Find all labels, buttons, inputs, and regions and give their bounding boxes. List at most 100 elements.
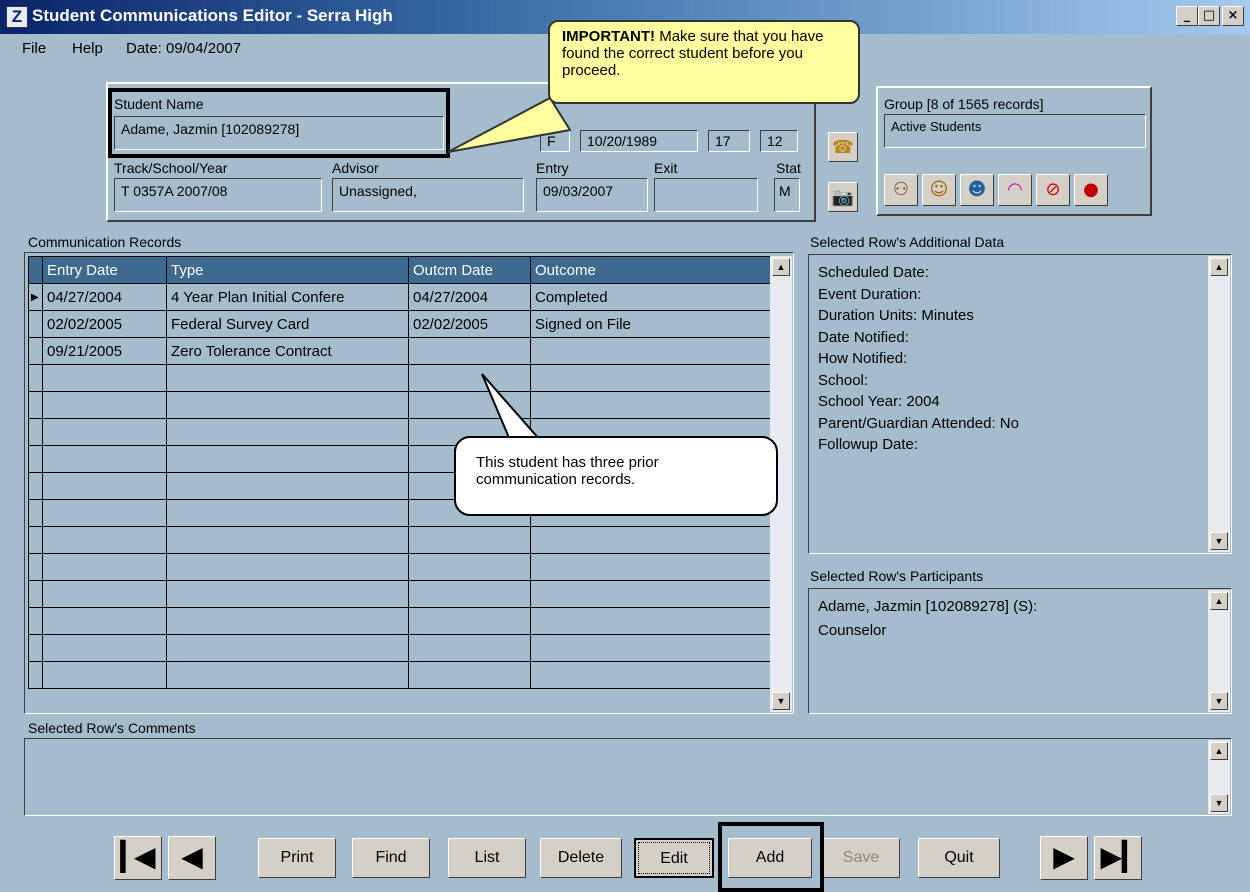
- table-row-empty[interactable]: [28, 634, 771, 662]
- empty-cell[interactable]: [42, 418, 167, 446]
- empty-cell[interactable]: [166, 445, 409, 473]
- people-icon[interactable]: ⚇: [884, 174, 918, 206]
- cell-entry-date[interactable]: 04/27/2004: [42, 283, 167, 311]
- empty-cell[interactable]: [42, 553, 167, 581]
- empty-cell[interactable]: [166, 607, 409, 635]
- empty-cell[interactable]: [408, 526, 531, 554]
- empty-cell[interactable]: [42, 607, 167, 635]
- scroll-up-icon[interactable]: ▲: [772, 258, 790, 276]
- no-entry-icon[interactable]: ⊘: [1036, 174, 1070, 206]
- empty-cell[interactable]: [166, 472, 409, 500]
- empty-cell[interactable]: [42, 391, 167, 419]
- empty-cell[interactable]: [166, 580, 409, 608]
- edit-button[interactable]: Edit: [634, 838, 714, 878]
- cell-outcome-date[interactable]: 02/02/2005: [408, 310, 531, 338]
- empty-cell[interactable]: [166, 526, 409, 554]
- cell-type[interactable]: 4 Year Plan Initial Confere: [166, 283, 409, 311]
- next-record-icon[interactable]: ▶: [1040, 836, 1088, 880]
- empty-cell[interactable]: [42, 634, 167, 662]
- empty-cell[interactable]: [42, 580, 167, 608]
- empty-cell[interactable]: [42, 445, 167, 473]
- empty-cell[interactable]: [42, 661, 167, 689]
- close-button[interactable]: ×: [1222, 6, 1244, 26]
- scroll-down-icon[interactable]: ▼: [1210, 692, 1228, 710]
- empty-cell[interactable]: [530, 580, 771, 608]
- scroll-down-icon[interactable]: ▼: [772, 692, 790, 710]
- track-field[interactable]: T 0357A 2007/08: [114, 178, 322, 212]
- save-button[interactable]: Save: [822, 838, 900, 878]
- comments-panel[interactable]: [24, 738, 1232, 816]
- cell-type[interactable]: Zero Tolerance Contract: [166, 337, 409, 365]
- table-row-empty[interactable]: [28, 364, 771, 392]
- table-row[interactable]: ▶ 04/27/2004 4 Year Plan Initial Confere…: [28, 283, 771, 311]
- family-icon[interactable]: ☻: [960, 174, 994, 206]
- empty-cell[interactable]: [42, 526, 167, 554]
- scroll-down-icon[interactable]: ▼: [1210, 794, 1228, 812]
- scroll-up-icon[interactable]: ▲: [1210, 258, 1228, 276]
- empty-cell[interactable]: [42, 472, 167, 500]
- cell-outcome-date[interactable]: [408, 337, 531, 365]
- empty-cell[interactable]: [408, 580, 531, 608]
- scroll-up-icon[interactable]: ▲: [1210, 592, 1228, 610]
- empty-cell[interactable]: [530, 553, 771, 581]
- print-button[interactable]: Print: [258, 838, 336, 878]
- table-row-empty[interactable]: [28, 553, 771, 581]
- apple-icon[interactable]: ●: [1074, 174, 1108, 206]
- age-field[interactable]: 17: [708, 130, 750, 152]
- col-outcome-date[interactable]: Outcm Date: [408, 256, 531, 284]
- additional-scrollbar[interactable]: [1208, 256, 1230, 552]
- col-outcome[interactable]: Outcome: [530, 256, 771, 284]
- empty-cell[interactable]: [530, 634, 771, 662]
- empty-cell[interactable]: [42, 499, 167, 527]
- camera-icon[interactable]: 📷: [828, 182, 858, 212]
- menu-help[interactable]: Help: [72, 40, 103, 57]
- rainbow-icon[interactable]: ◠: [998, 174, 1032, 206]
- maximize-button[interactable]: □: [1198, 6, 1220, 26]
- empty-cell[interactable]: [530, 661, 771, 689]
- empty-cell[interactable]: [166, 391, 409, 419]
- empty-cell[interactable]: [166, 499, 409, 527]
- menu-file[interactable]: File: [22, 40, 46, 57]
- table-row-empty[interactable]: [28, 661, 771, 689]
- exit-field[interactable]: [654, 178, 758, 212]
- cell-outcome[interactable]: Signed on File: [530, 310, 771, 338]
- stat-field[interactable]: M: [774, 178, 800, 212]
- group-field[interactable]: Active Students: [884, 114, 1146, 148]
- entry-field[interactable]: 09/03/2007: [536, 178, 648, 212]
- empty-cell[interactable]: [530, 526, 771, 554]
- table-row-empty[interactable]: [28, 526, 771, 554]
- cell-outcome[interactable]: Completed: [530, 283, 771, 311]
- list-button[interactable]: List: [448, 838, 526, 878]
- col-entry-date[interactable]: Entry Date: [42, 256, 167, 284]
- teacher-icon[interactable]: ☺: [922, 174, 956, 206]
- empty-cell[interactable]: [42, 364, 167, 392]
- empty-cell[interactable]: [408, 607, 531, 635]
- scroll-up-icon[interactable]: ▲: [1210, 742, 1228, 760]
- last-record-icon[interactable]: ▶▎: [1094, 836, 1143, 880]
- minimize-button[interactable]: _: [1176, 6, 1198, 26]
- empty-cell[interactable]: [408, 661, 531, 689]
- cell-type[interactable]: Federal Survey Card: [166, 310, 409, 338]
- table-row-empty[interactable]: [28, 607, 771, 635]
- empty-cell[interactable]: [166, 418, 409, 446]
- table-row[interactable]: 02/02/2005 Federal Survey Card 02/02/200…: [28, 310, 771, 338]
- empty-cell[interactable]: [166, 661, 409, 689]
- delete-button[interactable]: Delete: [540, 838, 622, 878]
- first-record-icon[interactable]: ▎◀: [114, 836, 162, 880]
- quit-button[interactable]: Quit: [918, 838, 1000, 878]
- empty-cell[interactable]: [530, 607, 771, 635]
- cell-entry-date[interactable]: 09/21/2005: [42, 337, 167, 365]
- table-row[interactable]: 09/21/2005 Zero Tolerance Contract: [28, 337, 771, 365]
- empty-cell[interactable]: [166, 553, 409, 581]
- phone-icon[interactable]: ☎: [828, 132, 858, 162]
- cell-outcome[interactable]: [530, 337, 771, 365]
- cell-entry-date[interactable]: 02/02/2005: [42, 310, 167, 338]
- col-type[interactable]: Type: [166, 256, 409, 284]
- empty-cell[interactable]: [166, 364, 409, 392]
- table-row-empty[interactable]: [28, 580, 771, 608]
- empty-cell[interactable]: [408, 634, 531, 662]
- cell-outcome-date[interactable]: 04/27/2004: [408, 283, 531, 311]
- table-row-empty[interactable]: [28, 391, 771, 419]
- grade-field[interactable]: 12: [760, 130, 798, 152]
- find-button[interactable]: Find: [352, 838, 430, 878]
